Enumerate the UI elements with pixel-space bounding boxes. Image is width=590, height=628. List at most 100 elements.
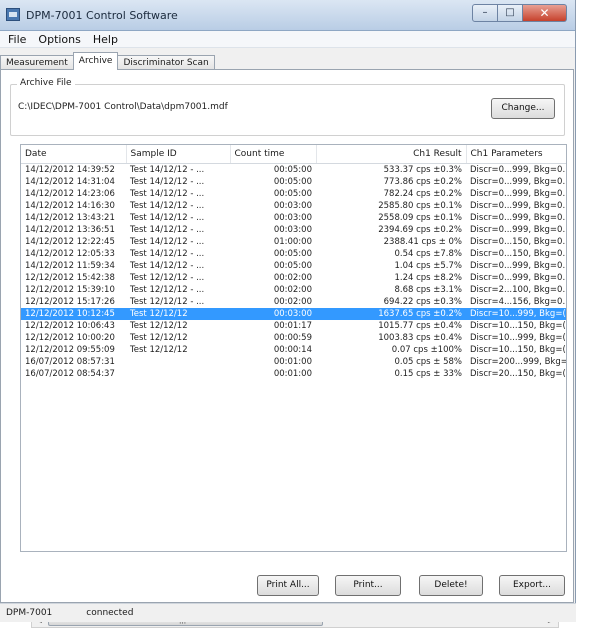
- table-row[interactable]: 12/12/2012 15:17:26 Test 12/12/12 - ... 00…: [21, 296, 566, 308]
- minimize-button[interactable]: –: [472, 4, 498, 22]
- cell-ch1-parameters: Discr=2...100, Bkg=0.: [470, 285, 566, 295]
- table-row[interactable]: 16/07/2012 08:57:31 00:01:00 0.05 cps ± 58…: [21, 356, 566, 368]
- cell-ch1-result: 1003.83 cps ±0.4%: [378, 333, 462, 343]
- archive-path: C:\IDEC\DPM-7001 Control\Data\dpm7001.md…: [18, 102, 228, 112]
- cell-date: 14/12/2012 13:36:51: [25, 225, 115, 235]
- cell-date: 14/12/2012 12:22:45: [25, 237, 115, 247]
- table-row[interactable]: 12/12/2012 10:06:43 Test 12/12/12 00:01:17…: [21, 320, 566, 332]
- cell-ch1-parameters: Discr=0...150, Bkg=0.: [470, 249, 566, 259]
- cell-ch1-result: 1.04 cps ±5.7%: [394, 261, 462, 271]
- cell-date: 14/12/2012 14:23:06: [25, 189, 115, 199]
- archive-file-label: Archive File: [17, 78, 75, 88]
- cell-sample-id: [126, 356, 230, 368]
- cell-ch1-result: 0.07 cps ±100%: [391, 345, 462, 355]
- cell-ch1-result: 0.15 cps ± 33%: [394, 369, 462, 379]
- cell-count-time: 00:05:00: [273, 189, 312, 199]
- cell-ch1-result: 694.22 cps ±0.3%: [383, 297, 462, 307]
- table-row[interactable]: 14/12/2012 11:59:34 Test 14/12/12 - ... 00…: [21, 260, 566, 272]
- cell-ch1-parameters: Discr=10...150, Bkg=(: [470, 345, 566, 355]
- cell-ch1-parameters: Discr=0...999, Bkg=0.: [470, 177, 566, 187]
- change-button[interactable]: Change...: [491, 98, 555, 119]
- archive-panel: Archive File C:\IDEC\DPM-7001 Control\Da…: [0, 69, 574, 628]
- table-row[interactable]: 14/12/2012 12:05:33 Test 14/12/12 - ... 00…: [21, 248, 566, 260]
- cell-count-time: 00:05:00: [273, 249, 312, 259]
- cell-sample-id: Test 12/12/12: [130, 333, 188, 343]
- cell-count-time: 00:03:00: [273, 201, 312, 211]
- column-header-count-time[interactable]: Count time: [230, 145, 317, 164]
- title-bar[interactable]: DPM-7001 Control Software – □ ✕: [0, 0, 575, 31]
- table-row[interactable]: 12/12/2012 15:39:10 Test 12/12/12 - ... 00…: [21, 284, 566, 296]
- cell-count-time: 00:05:00: [273, 261, 312, 271]
- menu-options[interactable]: Options: [32, 33, 86, 46]
- menu-file[interactable]: File: [2, 33, 32, 46]
- cell-sample-id: Test 12/12/12: [126, 308, 230, 320]
- close-button[interactable]: ✕: [523, 4, 567, 22]
- cell-ch1-result: 773.86 cps ±0.2%: [383, 177, 462, 187]
- table-row[interactable]: 12/12/2012 10:12:45 Test 12/12/12 00:03:00…: [21, 308, 566, 320]
- column-header-sample-id[interactable]: Sample ID: [126, 145, 231, 164]
- cell-ch1-result: 782.24 cps ±0.2%: [383, 189, 462, 199]
- cell-count-time: 00:00:59: [273, 333, 312, 343]
- table-row[interactable]: 16/07/2012 08:54:37 00:01:00 0.15 cps ± 33…: [21, 368, 566, 380]
- cell-ch1-parameters: Discr=0...999, Bkg=0.: [470, 189, 566, 199]
- cell-ch1-result: 533.37 cps ±0.3%: [383, 165, 462, 175]
- cell-sample-id: Test 12/12/12: [130, 345, 188, 355]
- status-bar: DPM-7001 connected: [0, 603, 576, 622]
- cell-ch1-result: 2558.09 cps ±0.1%: [378, 213, 462, 223]
- delete-button[interactable]: Delete!: [419, 575, 483, 596]
- cell-count-time: 00:02:00: [273, 297, 312, 307]
- table-row[interactable]: 12/12/2012 10:00:20 Test 12/12/12 00:00:59…: [21, 332, 566, 344]
- table-row[interactable]: 14/12/2012 13:43:21 Test 14/12/12 - ... 00…: [21, 212, 566, 224]
- cell-count-time: 00:02:00: [273, 273, 312, 283]
- tab-discriminator-scan[interactable]: Discriminator Scan: [117, 55, 215, 70]
- table-row[interactable]: 14/12/2012 14:16:30 Test 14/12/12 - ... 00…: [21, 200, 566, 212]
- table-row[interactable]: 14/12/2012 14:31:04 Test 14/12/12 - ... 00…: [21, 176, 566, 188]
- cell-ch1-parameters: Discr=200...999, Bkg=: [470, 357, 566, 367]
- maximize-button[interactable]: □: [498, 4, 523, 22]
- cell-date: 16/07/2012 08:57:31: [25, 357, 115, 367]
- cell-ch1-result: 2388.41 cps ± 0%: [383, 237, 462, 247]
- table-row[interactable]: 14/12/2012 12:22:45 Test 14/12/12 - ... 01…: [21, 236, 566, 248]
- column-header-date[interactable]: Date: [21, 145, 127, 164]
- table-row[interactable]: 14/12/2012 14:39:52 Test 14/12/12 - ... 00…: [21, 164, 566, 177]
- menu-help[interactable]: Help: [87, 33, 124, 46]
- table-header-row: Date Sample ID Count time Ch1 Result Ch1…: [21, 145, 566, 164]
- cell-count-time: 00:01:00: [273, 369, 312, 379]
- export-button[interactable]: Export...: [499, 575, 565, 596]
- cell-sample-id: Test 14/12/12 - ...: [130, 225, 205, 235]
- table-row[interactable]: 12/12/2012 09:55:09 Test 12/12/12 00:00:14…: [21, 344, 566, 356]
- cell-ch1-result: 2394.69 cps ±0.2%: [378, 225, 462, 235]
- cell-ch1-parameters: Discr=10...150, Bkg=(: [470, 321, 566, 331]
- print-button[interactable]: Print...: [335, 575, 401, 596]
- cell-ch1-parameters: Discr=10...999, Bkg=(: [470, 333, 566, 343]
- column-header-ch1-parameters[interactable]: Ch1 Parameters: [466, 145, 566, 164]
- window-controls: – □ ✕: [472, 4, 567, 22]
- table-body: 14/12/2012 14:39:52 Test 14/12/12 - ... 00…: [21, 164, 566, 381]
- cell-ch1-result: 0.54 cps ±7.8%: [394, 249, 462, 259]
- tab-measurement[interactable]: Measurement: [0, 55, 74, 70]
- cell-date: 14/12/2012 14:31:04: [25, 177, 115, 187]
- cell-date: 12/12/2012 10:00:20: [25, 333, 115, 343]
- table-row[interactable]: 12/12/2012 15:42:38 Test 12/12/12 - ... 00…: [21, 272, 566, 284]
- cell-date: 14/12/2012 11:59:34: [25, 261, 115, 271]
- cell-sample-id: Test 14/12/12 - ...: [130, 213, 205, 223]
- cell-sample-id: Test 14/12/12 - ...: [130, 261, 205, 271]
- cell-ch1-parameters: Discr=0...999, Bkg=0.: [470, 225, 566, 235]
- tab-strip: Measurement Archive Discriminator Scan: [0, 52, 215, 70]
- column-header-ch1-result[interactable]: Ch1 Result: [316, 145, 467, 164]
- cell-count-time: 00:02:00: [273, 285, 312, 295]
- cell-date: 12/12/2012 15:17:26: [25, 297, 115, 307]
- cell-ch1-parameters: Discr=0...999, Bkg=0.: [470, 165, 566, 175]
- table-row[interactable]: 14/12/2012 13:36:51 Test 14/12/12 - ... 00…: [21, 224, 566, 236]
- status-device: DPM-7001: [6, 608, 53, 618]
- cell-date: 12/12/2012 15:39:10: [25, 285, 115, 295]
- app-icon: [6, 8, 20, 21]
- cell-ch1-parameters: Discr=0...999, Bkg=0.: [470, 273, 566, 283]
- tab-archive[interactable]: Archive: [72, 52, 119, 70]
- print-all-button[interactable]: Print All...: [257, 575, 319, 596]
- menu-bar: File Options Help: [0, 31, 575, 48]
- cell-ch1-parameters: Discr=4...156, Bkg=0.: [470, 297, 566, 307]
- table-row[interactable]: 14/12/2012 14:23:06 Test 14/12/12 - ... 00…: [21, 188, 566, 200]
- cell-sample-id: Test 12/12/12 - ...: [130, 297, 205, 307]
- cell-count-time: 00:03:00: [273, 213, 312, 223]
